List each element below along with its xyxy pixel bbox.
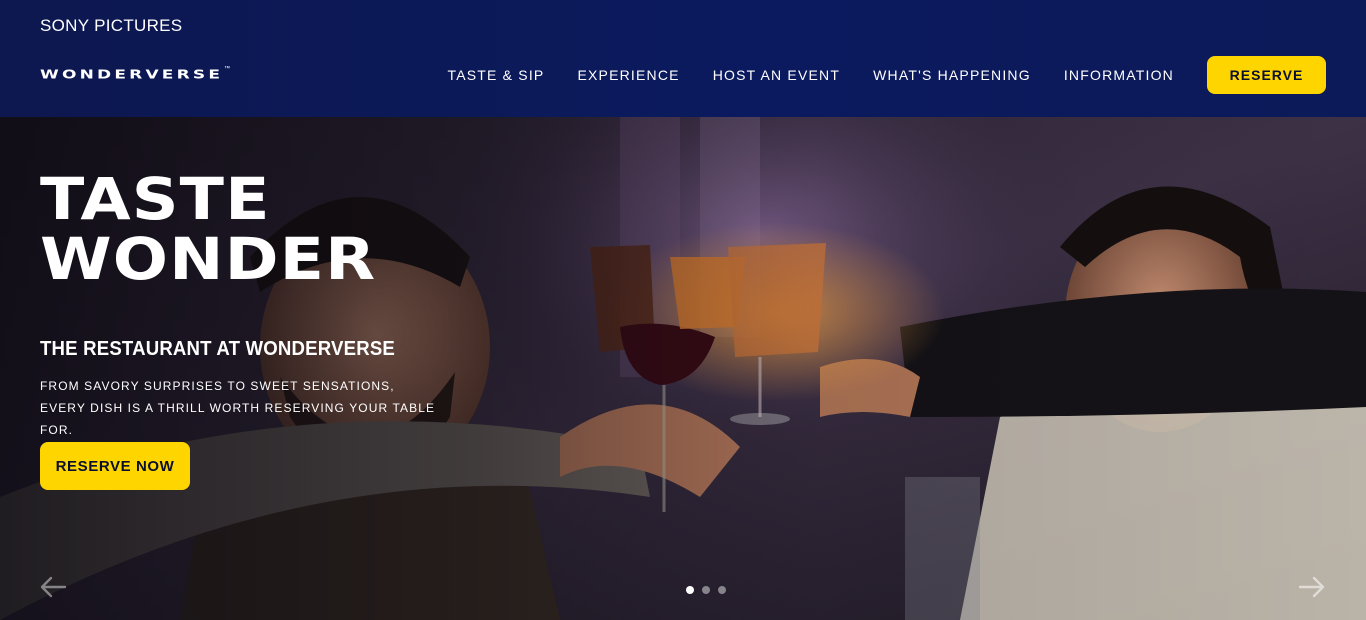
hero-subtitle: THE RESTAURANT AT WONDERVERSE [40,338,396,360]
arrow-left-icon[interactable] [39,575,67,599]
reserve-now-button[interactable]: RESERVE NOW [40,442,190,490]
sony-pictures-brand[interactable]: SONY PICTURES [40,16,182,36]
arrow-right-icon[interactable] [1298,575,1326,599]
wonderverse-logo[interactable]: WONDERVERSE ™ [40,62,230,88]
logo-trademark: ™ [224,66,231,72]
hero-description: FROM SAVORY SURPRISES TO SWEET SENSATION… [40,379,436,437]
carousel-dot-1[interactable] [686,586,694,594]
hero-title-line-1: TASTE [40,165,271,233]
site-header: SONY PICTURES WONDERVERSE ™ TASTE & SIP … [0,0,1366,117]
nav-taste-sip[interactable]: TASTE & SIP [448,67,545,83]
hero-title: TASTE WONDER [40,169,376,289]
carousel-dot-3[interactable] [718,586,726,594]
carousel-pagination [686,586,726,594]
nav-information[interactable]: INFORMATION [1064,67,1174,83]
reserve-button[interactable]: RESERVE [1207,56,1326,94]
carousel-dot-2[interactable] [702,586,710,594]
nav-experience[interactable]: EXPERIENCE [577,67,679,83]
hero-carousel: TASTE WONDER THE RESTAURANT AT WONDERVER… [0,117,1366,620]
nav-whats-happening[interactable]: WHAT'S HAPPENING [873,67,1031,83]
nav-host-an-event[interactable]: HOST AN EVENT [713,67,840,83]
main-nav: TASTE & SIP EXPERIENCE HOST AN EVENT WHA… [448,56,1326,94]
logo-wordmark: WONDERVERSE [40,67,224,83]
hero-title-line-2: WONDER [40,225,377,293]
